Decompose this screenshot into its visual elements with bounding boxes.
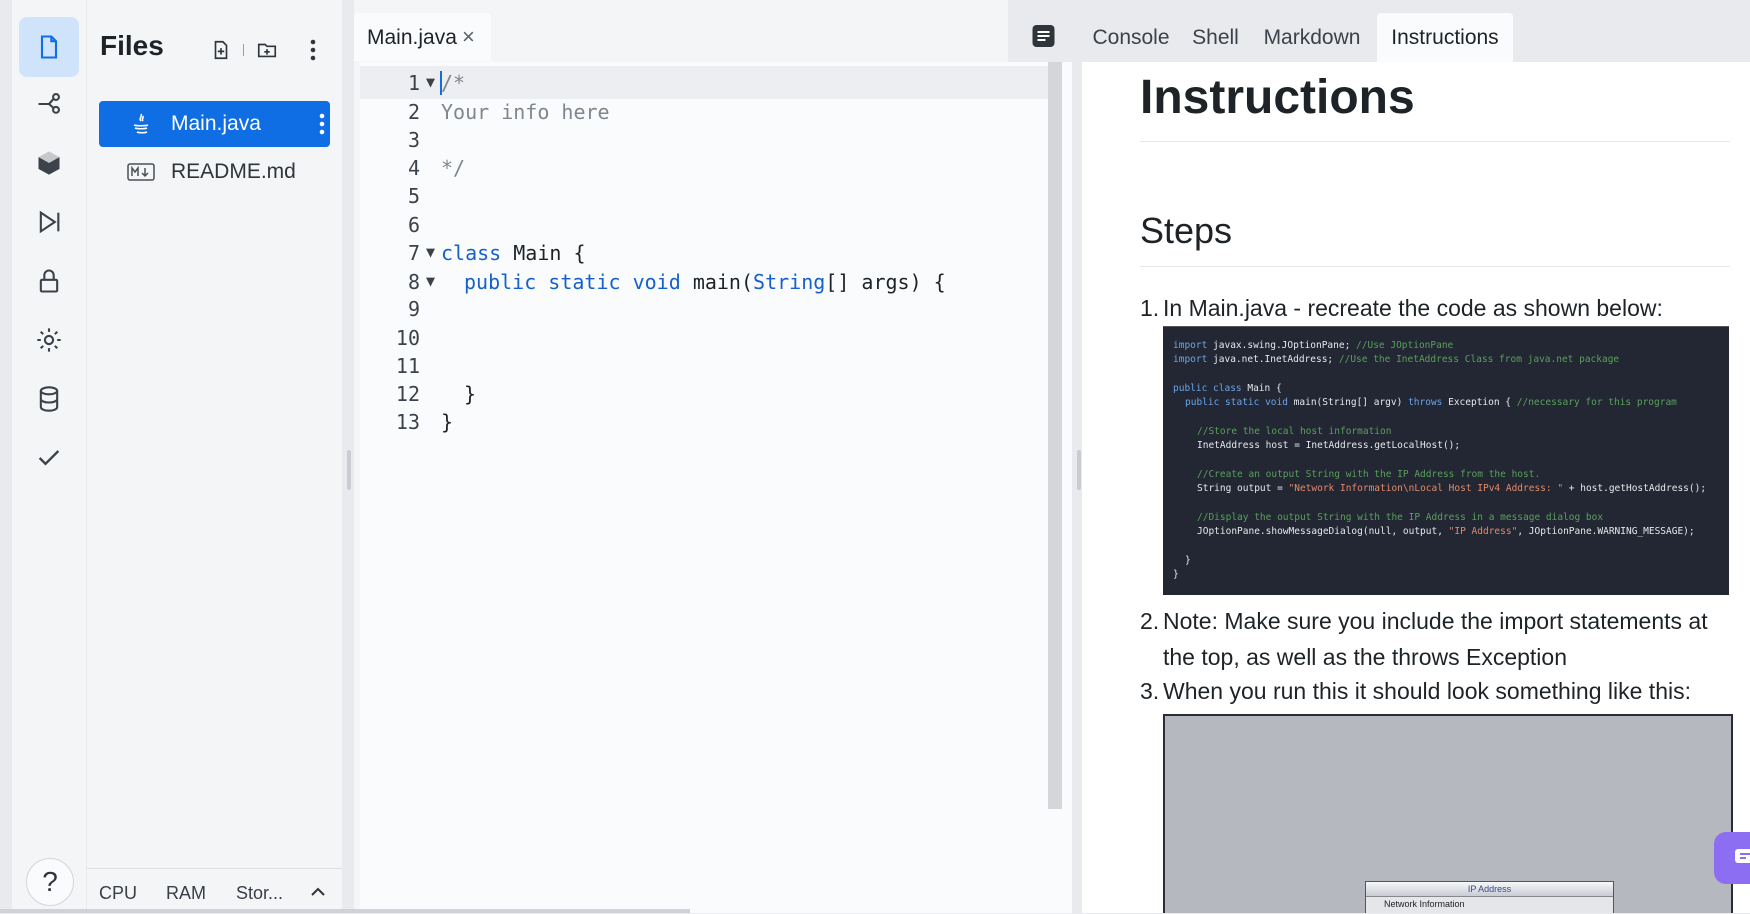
toolbar-divider — [243, 44, 244, 56]
question-mark-icon: ? — [42, 866, 58, 897]
file-menu-icon[interactable] — [319, 113, 325, 135]
tab-instructions[interactable]: Instructions — [1377, 13, 1513, 62]
editor-tab-main-java[interactable]: Main.java × — [354, 13, 491, 61]
activity-bar: ? — [12, 0, 86, 913]
line-number: 2 — [407, 100, 420, 124]
line-number: 3 — [407, 128, 420, 152]
line-number: 4 — [407, 156, 420, 180]
keyword: class — [441, 241, 502, 265]
database-icon[interactable] — [19, 369, 79, 429]
tab-console[interactable]: Console — [1087, 13, 1175, 62]
step-text: When you run this it should look somethi… — [1163, 678, 1691, 704]
file-item-main-java[interactable]: Main.java — [99, 101, 330, 147]
line-number: 5 — [407, 184, 420, 208]
panel-resize-handle[interactable] — [347, 450, 351, 490]
code-line: /* — [441, 71, 466, 95]
step-number: 1. — [1140, 295, 1160, 321]
line-number: 11 — [395, 354, 420, 378]
java-icon — [127, 112, 155, 136]
code-screenshot-image: import javax.swing.JOptionPane; //Use JO… — [1163, 326, 1729, 595]
checkmark-icon[interactable] — [19, 428, 79, 488]
instructions-title: Instructions — [1140, 70, 1730, 142]
progress-bar — [0, 909, 690, 913]
fold-arrow-icon[interactable]: ▼ — [426, 73, 435, 91]
settings-gear-icon[interactable] — [19, 310, 79, 370]
code-line: class Main { — [441, 241, 586, 265]
code-line: Your info here — [441, 100, 610, 124]
code-editor-pane: Main.java × 1 ▼ /* 2 Your info here 3 4 … — [354, 0, 1072, 913]
files-icon[interactable] — [19, 17, 79, 77]
steps-heading: Steps — [1140, 210, 1730, 267]
markdown-icon — [127, 160, 155, 184]
new-file-icon[interactable] — [207, 36, 235, 64]
code-line: */ — [441, 156, 466, 180]
tab-shell[interactable]: Shell — [1185, 13, 1246, 62]
right-tab-bar: Console Shell Markdown Instructions — [1008, 0, 1750, 62]
line-number: 9 — [407, 297, 420, 321]
help-button[interactable]: ? — [26, 858, 74, 906]
code-line: } — [441, 410, 454, 434]
code-text: [] args) { — [825, 270, 946, 294]
step-text: In Main.java - recreate the code as show… — [1163, 295, 1663, 321]
files-panel: Files Main.java README.md CPU RAM Stor..… — [87, 0, 342, 913]
fold-arrow-icon[interactable]: ▼ — [426, 243, 435, 261]
chevron-up-icon[interactable] — [311, 887, 325, 897]
line-number: 12 — [395, 382, 420, 406]
line-number: 1 — [407, 71, 420, 95]
step-text: Note: Make sure you include the import s… — [1163, 608, 1708, 670]
resources-bar[interactable]: CPU RAM Stor... — [87, 868, 342, 914]
editor-scrollbar[interactable] — [1048, 62, 1062, 809]
code-line: public static void main(String[] args) { — [464, 270, 946, 294]
code-line: } — [464, 382, 477, 406]
right-panel: Console Shell Markdown Instructions Inst… — [1008, 0, 1750, 913]
outline-icon[interactable] — [1031, 24, 1056, 53]
ram-label: RAM — [166, 883, 206, 903]
dialog-title: IP Address — [1366, 882, 1613, 897]
line-number: 8 — [407, 270, 420, 294]
code-text: main( — [692, 270, 754, 294]
chat-button[interactable] — [1714, 832, 1750, 884]
more-options-icon[interactable] — [299, 36, 327, 64]
file-name: README.md — [171, 160, 296, 183]
instructions-content: Instructions Steps 1. In Main.java - rec… — [1082, 62, 1750, 913]
tab-markdown[interactable]: Markdown — [1256, 13, 1368, 62]
line-number: 7 — [407, 241, 420, 265]
file-name: Main.java — [171, 112, 261, 135]
keyword: void — [632, 270, 681, 294]
new-folder-icon[interactable] — [253, 36, 281, 64]
files-panel-title: Files — [100, 30, 164, 61]
close-icon[interactable]: × — [462, 24, 475, 50]
code-text: Main { — [501, 241, 586, 265]
keyword: String — [753, 270, 826, 294]
lock-icon[interactable] — [19, 251, 79, 311]
packages-icon[interactable] — [19, 133, 79, 193]
step-number: 3. — [1140, 678, 1160, 704]
editor-tab-label: Main.java — [367, 26, 457, 49]
line-number: 6 — [407, 213, 420, 237]
line-number: 10 — [395, 326, 420, 350]
file-item-readme[interactable]: README.md — [99, 149, 330, 195]
run-debug-icon[interactable] — [19, 192, 79, 252]
keyword: static — [548, 270, 621, 294]
storage-label: Stor... — [236, 883, 284, 903]
git-icon[interactable] — [19, 74, 79, 134]
ip-address-dialog: IP Address Network Information — [1365, 881, 1614, 913]
fold-arrow-icon[interactable]: ▼ — [426, 272, 435, 290]
cpu-label: CPU — [99, 883, 138, 903]
step-number: 2. — [1140, 608, 1160, 634]
line-number: 13 — [395, 410, 420, 434]
chat-icon — [1735, 849, 1750, 863]
code-area[interactable]: 1 ▼ /* 2 Your info here 3 4 */ 5 6 7 ▼ c… — [360, 62, 1072, 913]
dialog-text: Network Information — [1384, 899, 1465, 909]
output-screenshot-image: IP Address Network Information — [1163, 714, 1733, 913]
keyword: public — [464, 270, 537, 294]
